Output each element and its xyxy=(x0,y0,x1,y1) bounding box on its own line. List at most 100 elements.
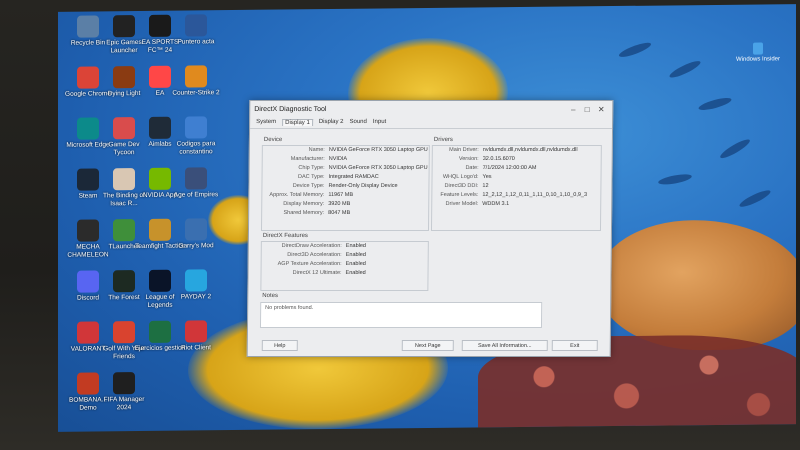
tft-icon xyxy=(149,218,171,241)
info-key: Version: xyxy=(458,155,479,162)
close-icon[interactable]: ✕ xyxy=(594,104,608,113)
tab-input[interactable]: Input xyxy=(373,119,386,126)
info-row: Shared Memory: 8047 MB xyxy=(262,209,428,218)
desktop-shortcut[interactable]: Garry's Mod xyxy=(170,218,222,251)
shortcut-label: Codigos para constantino xyxy=(176,140,216,156)
info-row: Direct3D Acceleration: Enabled xyxy=(262,251,428,260)
info-row: Device Type: Render-Only Display Device xyxy=(262,182,428,191)
info-row: Approx. Total Memory: 11967 MB xyxy=(262,191,428,200)
desktop-shortcut[interactable]: Codigos para constantino xyxy=(170,116,222,157)
wallpaper-fish xyxy=(667,58,703,81)
notes-text: No problems found. xyxy=(265,304,314,311)
shortcut-label: PAYDAY 2 xyxy=(180,293,212,301)
tab-display-1[interactable]: Display 1 xyxy=(282,118,313,126)
info-row: AGP Texture Acceleration: Enabled xyxy=(262,260,428,269)
info-row: Main Driver: nvldumdx.dll,nvldumdx.dll,nv… xyxy=(433,146,601,155)
notes-box[interactable]: No problems found. xyxy=(259,301,543,328)
info-key: Manufacturer: xyxy=(290,155,325,162)
wallpaper-fish xyxy=(657,172,693,187)
shortcut-label: Age of Empires xyxy=(173,191,219,199)
insider-icon xyxy=(752,42,763,55)
info-value: Enabled xyxy=(345,242,367,249)
info-value: Render-Only Display Device xyxy=(328,182,398,189)
info-row: Chip Type: NVIDIA GeForce RTX 3050 Laptop… xyxy=(263,164,429,173)
desktop-shortcut[interactable]: Age of Empires xyxy=(170,167,222,200)
info-row: DirectX 12 Ultimate: Enabled xyxy=(261,269,427,278)
help-button[interactable]: Help xyxy=(261,339,298,351)
game-dev-tycoon-icon xyxy=(113,117,135,140)
exit-button[interactable]: Exit xyxy=(551,339,598,351)
dying-light-icon xyxy=(113,66,135,89)
features-section-label: DirectX Features xyxy=(262,232,308,239)
mecha-chameleon-icon xyxy=(77,219,99,242)
drivers-section-label: Drivers xyxy=(433,136,453,143)
info-key: Direct3D DDI: xyxy=(444,182,479,189)
info-key: Main Driver: xyxy=(449,146,479,153)
tab-sound[interactable]: Sound xyxy=(349,119,366,126)
notes-section-label: Notes xyxy=(262,292,279,299)
nvidia-icon xyxy=(149,167,171,190)
shortcut-label: FIFA Manager 2024 xyxy=(103,395,145,412)
info-key: Chip Type: xyxy=(298,164,325,171)
feature-info: DirectDraw Acceleration: Enabled Direct3D … xyxy=(261,242,427,278)
valorant-icon xyxy=(77,321,99,344)
aimlabs-icon xyxy=(149,116,171,139)
info-row: Feature Levels: 12_2,12_1,12_0,11_1,11_0,… xyxy=(432,191,600,200)
info-row: Manufacturer: NVIDIA xyxy=(263,155,429,164)
info-value: NVIDIA GeForce RTX 3050 Laptop GPU xyxy=(328,164,428,171)
edge-icon xyxy=(77,117,99,140)
info-key: Driver Model: xyxy=(445,200,479,207)
minimize-icon[interactable]: – xyxy=(566,104,580,113)
info-row: Driver Model: WDDM 3.1 xyxy=(432,200,600,209)
info-key: DirectX 12 Ultimate: xyxy=(292,269,342,276)
chrome-icon xyxy=(77,66,99,89)
dxdiag-window: DirectX Diagnostic Tool – □ ✕ System Disp… xyxy=(246,99,614,357)
info-key: Feature Levels: xyxy=(440,191,479,198)
info-key: Approx. Total Memory: xyxy=(269,191,325,198)
info-row: Name: NVIDIA GeForce RTX 3050 Laptop GPU xyxy=(263,146,429,155)
text-document-icon xyxy=(185,116,207,139)
desktop-shortcut[interactable]: FIFA Manager 2024 xyxy=(98,372,150,413)
steam-icon xyxy=(77,168,99,191)
info-value: 8047 MB xyxy=(328,209,351,216)
info-value: Yes xyxy=(482,173,492,180)
info-value: NVIDIA GeForce RTX 3050 Laptop GPU xyxy=(328,146,428,153)
desktop-screen: Windows Insider Recycle Bin Epic Games La… xyxy=(58,4,796,432)
word-document-icon xyxy=(185,14,207,37)
info-value: WDDM 3.1 xyxy=(482,200,510,207)
tab-system[interactable]: System xyxy=(256,119,276,126)
next-page-button[interactable]: Next Page xyxy=(401,339,454,351)
tab-display-2[interactable]: Display 2 xyxy=(319,119,344,126)
info-value: Enabled xyxy=(345,260,366,267)
info-value: Integrated RAMDAC xyxy=(328,173,379,180)
info-value: NVIDIA xyxy=(328,155,348,162)
wallpaper-fish xyxy=(737,187,773,210)
wallpaper-fish xyxy=(617,40,653,60)
info-row: WHQL Logo'd: Yes xyxy=(432,173,600,182)
info-row: Display Memory: 3920 MB xyxy=(262,200,428,209)
drivers-group: Main Driver: nvldumdx.dll,nvldumdx.dll,nv… xyxy=(430,144,602,231)
info-row: DAC Type: Integrated RAMDAC xyxy=(262,173,428,182)
desktop-shortcut[interactable]: Riot Client xyxy=(170,320,222,353)
info-row: Date: 7/1/2024 12:00:00 AM xyxy=(433,164,601,173)
payday-icon xyxy=(185,269,207,292)
driver-info: Main Driver: nvldumdx.dll,nvldumdx.dll,nv… xyxy=(432,146,601,209)
info-row: DirectDraw Acceleration: Enabled xyxy=(262,242,428,251)
isaac-icon xyxy=(113,168,135,191)
epic-games-icon xyxy=(113,15,135,38)
maximize-icon[interactable]: □ xyxy=(580,104,594,113)
insider-badge: Windows Insider xyxy=(736,42,780,63)
age-of-empires-icon xyxy=(185,167,207,190)
desktop-shortcut[interactable]: Counter-Strike 2 xyxy=(170,65,222,98)
shortcut-label: Garry's Mod xyxy=(178,242,214,250)
ea-icon xyxy=(149,65,171,88)
title-bar[interactable]: DirectX Diagnostic Tool – □ ✕ xyxy=(250,101,612,117)
info-key: Name: xyxy=(308,146,325,153)
desktop-shortcut[interactable]: Puntero acta xyxy=(170,14,222,47)
tlauncher-icon xyxy=(113,219,135,242)
desktop-shortcut[interactable]: PAYDAY 2 xyxy=(170,269,222,302)
wallpaper-fish xyxy=(718,136,752,161)
info-key: Direct3D Acceleration: xyxy=(287,251,342,258)
save-all-button[interactable]: Save All Information... xyxy=(461,339,548,351)
features-group: DirectDraw Acceleration: Enabled Direct3D … xyxy=(260,240,429,291)
